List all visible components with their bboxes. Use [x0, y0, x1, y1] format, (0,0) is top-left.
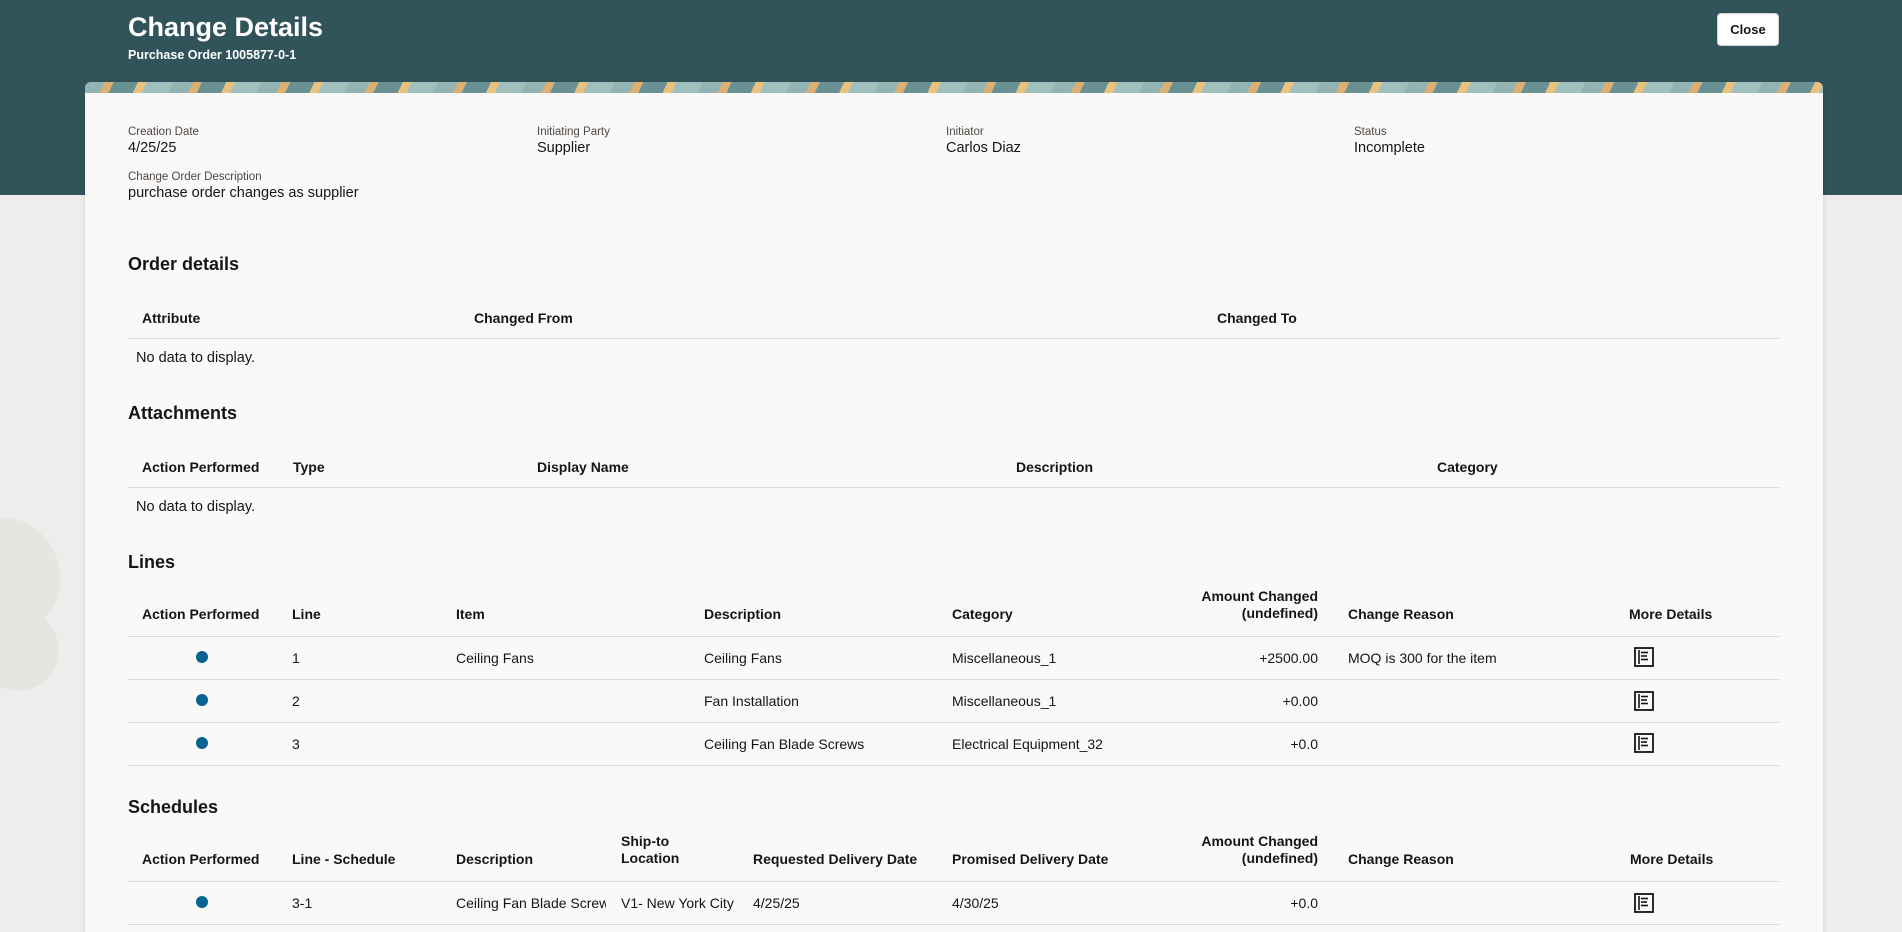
- changed-dot-icon: [196, 896, 208, 908]
- column-header-description[interactable]: Description: [1016, 459, 1093, 476]
- schedule-promised-date: 4/30/25: [952, 895, 999, 911]
- amount-changed-header-line2: (undefined): [1241, 605, 1318, 621]
- column-header-promised-delivery-date[interactable]: Promised Delivery Date: [952, 851, 1108, 868]
- initiating-party-value: Supplier: [537, 140, 591, 156]
- attachments-title: Attachments: [128, 403, 238, 423]
- changed-dot-icon: [196, 694, 208, 706]
- schedule-requested-date: 4/25/25: [753, 895, 800, 911]
- details-document-icon[interactable]: [1633, 646, 1655, 668]
- initiator-field: Initiator Carlos Diaz: [946, 126, 1021, 156]
- amount-changed-header-line1: Amount Changed: [1201, 833, 1318, 849]
- schedules-title: Schedules: [128, 797, 219, 817]
- initiator-label: Initiator: [946, 126, 984, 138]
- attachments-table: Action Performed Type Display Name Descr…: [128, 443, 1779, 515]
- schedule-amount-changed: +0.0: [1290, 895, 1318, 911]
- change-details-card: Creation Date 4/25/25 Initiating Party S…: [85, 82, 1823, 932]
- change-order-description-value: purchase order changes as supplier: [128, 185, 359, 201]
- ship-to-header-line1: Ship-to: [621, 833, 670, 849]
- page-title: Change Details: [128, 12, 324, 42]
- column-header-change-reason[interactable]: Change Reason: [1348, 606, 1454, 623]
- schedule-line: 3-1: [292, 895, 313, 911]
- schedules-table: Action Performed Line - Schedule Descrip…: [128, 833, 1779, 925]
- status-label: Status: [1354, 126, 1387, 138]
- column-header-line-schedule[interactable]: Line - Schedule: [292, 851, 395, 868]
- table-row[interactable]: 3-1 Ceiling Fan Blade Screws V1- New Yor…: [128, 882, 1779, 925]
- page-subtitle: Purchase Order 1005877-0-1: [128, 48, 297, 62]
- column-header-type[interactable]: Type: [293, 459, 325, 476]
- column-header-amount-changed[interactable]: Amount Changed (undefined): [1158, 588, 1318, 622]
- line-category: Miscellaneous_1: [952, 650, 1057, 666]
- column-header-amount-changed[interactable]: Amount Changed (undefined): [1158, 833, 1318, 867]
- initiating-party-field: Initiating Party Supplier: [537, 126, 610, 156]
- column-header-changed-from[interactable]: Changed From: [474, 310, 573, 327]
- line-item: Ceiling Fans: [456, 650, 534, 666]
- line-number: 2: [292, 693, 300, 709]
- column-header-display-name[interactable]: Display Name: [537, 459, 629, 476]
- changed-dot-icon: [196, 651, 208, 663]
- empty-table-message: No data to display.: [136, 499, 256, 515]
- column-header-item[interactable]: Item: [456, 606, 485, 623]
- line-category: Electrical Equipment_32: [952, 736, 1103, 752]
- changed-dot-icon: [196, 737, 208, 749]
- order-details-title: Order details: [128, 254, 240, 274]
- initiator-value: Carlos Diaz: [946, 140, 1021, 156]
- close-button[interactable]: Close: [1717, 13, 1779, 46]
- column-header-description[interactable]: Description: [456, 851, 533, 868]
- table-row[interactable]: 3 Ceiling Fan Blade Screws Electrical Eq…: [128, 723, 1779, 766]
- line-category: Miscellaneous_1: [952, 693, 1057, 709]
- line-amount-changed: +0.00: [1282, 693, 1318, 709]
- background-decoration: [0, 470, 90, 830]
- column-header-action-performed[interactable]: Action Performed: [142, 459, 259, 476]
- empty-table-message: No data to display.: [136, 350, 256, 366]
- table-header-row: Attribute Changed From Changed To: [128, 294, 1779, 339]
- creation-date-value: 4/25/25: [128, 140, 177, 156]
- table-header-row: Action Performed Line - Schedule Descrip…: [128, 833, 1779, 882]
- schedule-description: Ceiling Fan Blade Screws: [456, 895, 606, 911]
- amount-changed-header-line1: Amount Changed: [1201, 588, 1318, 604]
- details-document-icon[interactable]: [1633, 690, 1655, 712]
- status-value: Incomplete: [1354, 140, 1425, 156]
- column-header-changed-to[interactable]: Changed To: [1217, 310, 1297, 327]
- line-amount-changed: +0.0: [1290, 736, 1318, 752]
- creation-date-label: Creation Date: [128, 126, 199, 138]
- line-number: 1: [292, 650, 300, 666]
- column-header-category[interactable]: Category: [1437, 459, 1498, 476]
- table-row[interactable]: 1 Ceiling Fans Ceiling Fans Miscellaneou…: [128, 637, 1779, 680]
- amount-changed-header-line2: (undefined): [1241, 850, 1318, 866]
- change-order-description-field: Change Order Description purchase order …: [128, 171, 359, 201]
- column-header-attribute[interactable]: Attribute: [142, 310, 200, 327]
- column-header-line[interactable]: Line: [292, 606, 321, 623]
- table-row[interactable]: 2 Fan Installation Miscellaneous_1 +0.00: [128, 680, 1779, 723]
- status-field: Status Incomplete: [1354, 126, 1425, 156]
- column-header-ship-to-location[interactable]: Ship-to Location: [621, 833, 679, 867]
- change-order-description-label: Change Order Description: [128, 171, 262, 183]
- details-document-icon[interactable]: [1633, 732, 1655, 754]
- column-header-more-details[interactable]: More Details: [1629, 606, 1712, 623]
- ship-to-header-line2: Location: [621, 850, 680, 866]
- creation-date-field: Creation Date 4/25/25: [128, 126, 199, 156]
- table-header-row: Action Performed Type Display Name Descr…: [128, 443, 1779, 488]
- line-description: Fan Installation: [704, 693, 799, 709]
- line-amount-changed: +2500.00: [1259, 650, 1318, 666]
- lines-table: Action Performed Line Item Description C…: [128, 588, 1779, 766]
- table-header-row: Action Performed Line Item Description C…: [128, 588, 1779, 637]
- line-number: 3: [292, 736, 300, 752]
- column-header-more-details[interactable]: More Details: [1630, 851, 1713, 868]
- lines-title: Lines: [128, 552, 176, 572]
- initiating-party-label: Initiating Party: [537, 126, 610, 138]
- schedule-ship-to-location: V1- New York City: [621, 895, 734, 911]
- order-details-table: Attribute Changed From Changed To No dat…: [128, 294, 1779, 366]
- column-header-change-reason[interactable]: Change Reason: [1348, 851, 1454, 868]
- column-header-description[interactable]: Description: [704, 606, 781, 623]
- line-description: Ceiling Fan Blade Screws: [704, 736, 865, 752]
- line-change-reason: MOQ is 300 for the item: [1348, 650, 1497, 666]
- column-header-action-performed[interactable]: Action Performed: [142, 851, 259, 868]
- column-header-action-performed[interactable]: Action Performed: [142, 606, 259, 623]
- column-header-requested-delivery-date[interactable]: Requested Delivery Date: [753, 851, 917, 868]
- column-header-category[interactable]: Category: [952, 606, 1013, 623]
- line-description: Ceiling Fans: [704, 650, 782, 666]
- decorative-banner: [85, 82, 1823, 93]
- details-document-icon[interactable]: [1633, 892, 1655, 914]
